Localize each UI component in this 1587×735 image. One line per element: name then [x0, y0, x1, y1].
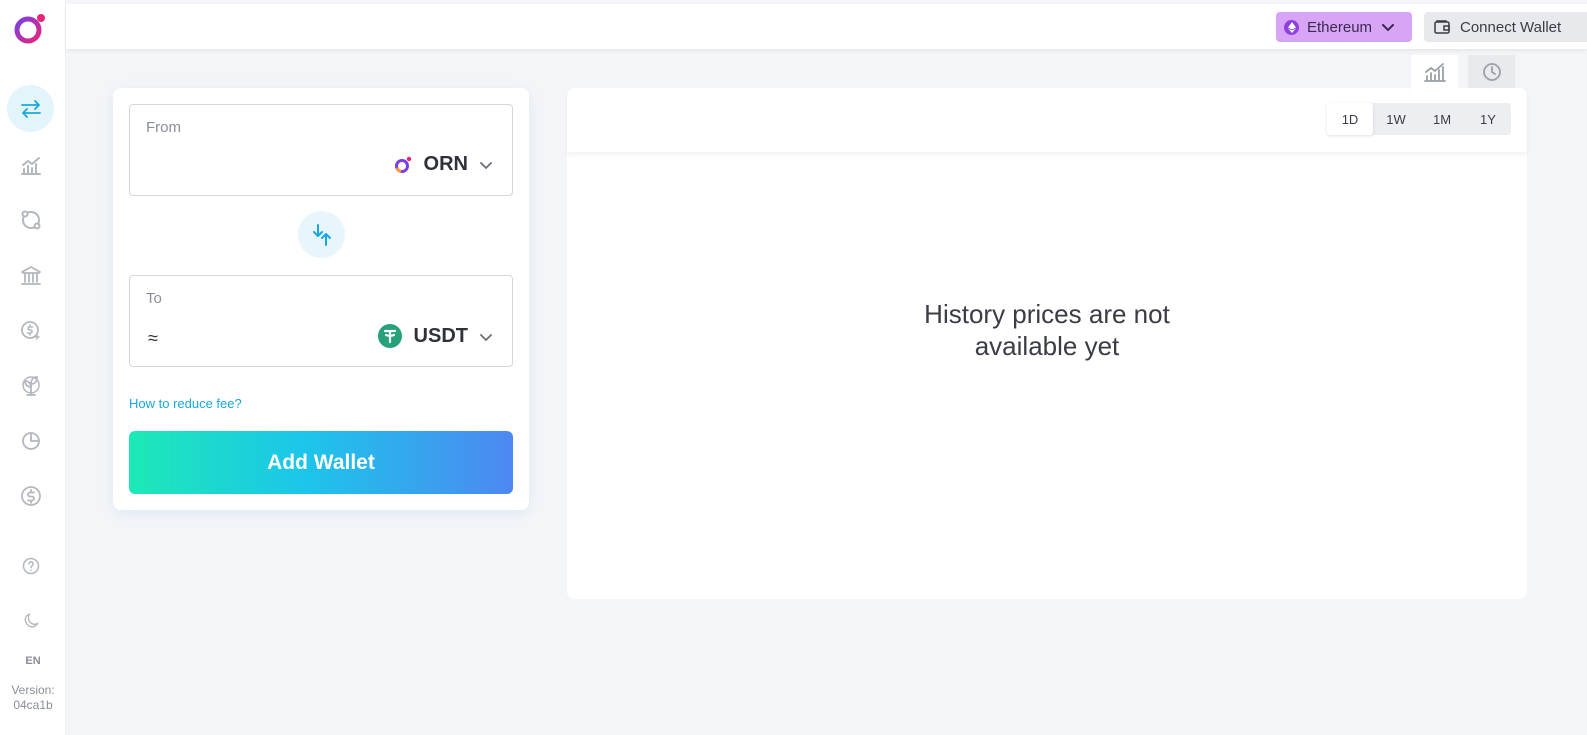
to-label: To: [146, 290, 162, 307]
nav-bank[interactable]: [7, 251, 54, 298]
help-icon: [22, 557, 39, 574]
orn-token-icon: [394, 156, 412, 174]
chevron-down-icon: [1382, 19, 1395, 36]
switch-direction-button[interactable]: [298, 211, 345, 258]
bank-icon: [20, 265, 41, 285]
nav-farm[interactable]: [7, 361, 54, 408]
wallet-icon: [1434, 20, 1450, 34]
chevron-down-icon: [480, 325, 492, 348]
chart-icon: [1423, 62, 1446, 82]
dollar-plus-icon: [20, 320, 40, 340]
version-label: Version:: [11, 683, 55, 697]
clock-icon: [1482, 62, 1501, 81]
to-field[interactable]: To ≈ USDT: [129, 275, 513, 367]
from-token-selector[interactable]: ORN: [394, 153, 492, 176]
sprout-icon: [21, 375, 40, 396]
swap-arrows-icon: [312, 223, 331, 246]
version-value: 04ca1b: [13, 698, 53, 712]
empty-chart-message: History prices are not available yet: [567, 298, 1527, 362]
nav-dollar[interactable]: [7, 472, 54, 519]
to-token-label: USDT: [413, 324, 468, 347]
swap-icon: [20, 99, 41, 118]
nav-swap[interactable]: [7, 85, 54, 132]
reduce-fee-link[interactable]: How to reduce fee?: [129, 396, 242, 411]
from-field[interactable]: From ORN: [129, 104, 513, 196]
nav-portfolio[interactable]: [7, 416, 54, 463]
empty-message-line1: History prices are not: [924, 299, 1170, 329]
swap-card: From ORN To ≈ USDT How to reduce fee? Ad…: [113, 88, 529, 510]
pie-chart-icon: [21, 431, 40, 450]
nav-earn[interactable]: [7, 306, 54, 353]
header: Ethereum Connect Wallet: [66, 4, 1587, 49]
period-1w[interactable]: 1W: [1373, 103, 1419, 135]
nav-help[interactable]: [7, 542, 54, 589]
tab-history[interactable]: [1468, 55, 1515, 88]
sidebar: EN Version: 04ca1b: [0, 0, 66, 735]
bridge-icon: [21, 210, 40, 229]
nav-chart[interactable]: [7, 141, 54, 188]
network-label: Ethereum: [1307, 18, 1373, 36]
language-selector[interactable]: EN: [0, 655, 66, 667]
dollar-circle-icon: [20, 485, 41, 506]
orion-logo[interactable]: [13, 12, 47, 46]
chevron-down-icon: [480, 153, 492, 176]
tab-chart[interactable]: [1411, 55, 1458, 88]
period-1y[interactable]: 1Y: [1465, 103, 1511, 135]
network-selector[interactable]: Ethereum: [1276, 12, 1412, 42]
usdt-token-icon: [377, 324, 402, 348]
version-info: Version: 04ca1b: [0, 683, 66, 713]
to-approx-sign: ≈: [148, 328, 158, 348]
from-token-label: ORN: [423, 153, 468, 175]
period-1m[interactable]: 1M: [1419, 103, 1465, 135]
period-selector: 1D 1W 1M 1Y: [1327, 103, 1511, 135]
to-token-selector[interactable]: USDT: [377, 324, 492, 348]
connect-wallet-label: Connect Wallet: [1460, 18, 1562, 36]
connect-wallet-button[interactable]: Connect Wallet: [1424, 12, 1587, 42]
add-wallet-button[interactable]: Add Wallet: [129, 431, 513, 494]
period-1d[interactable]: 1D: [1327, 103, 1373, 135]
price-chart-panel: 1D 1W 1M 1Y History prices are not avail…: [567, 88, 1527, 599]
empty-message-line2: available yet: [974, 331, 1120, 361]
chart-icon: [20, 156, 41, 175]
ethereum-icon: [1284, 19, 1299, 35]
chart-toolbar: 1D 1W 1M 1Y: [567, 88, 1527, 152]
theme-toggle[interactable]: [7, 597, 54, 644]
moon-icon: [24, 613, 38, 628]
from-label: From: [146, 119, 181, 136]
nav-bridge[interactable]: [7, 196, 54, 243]
